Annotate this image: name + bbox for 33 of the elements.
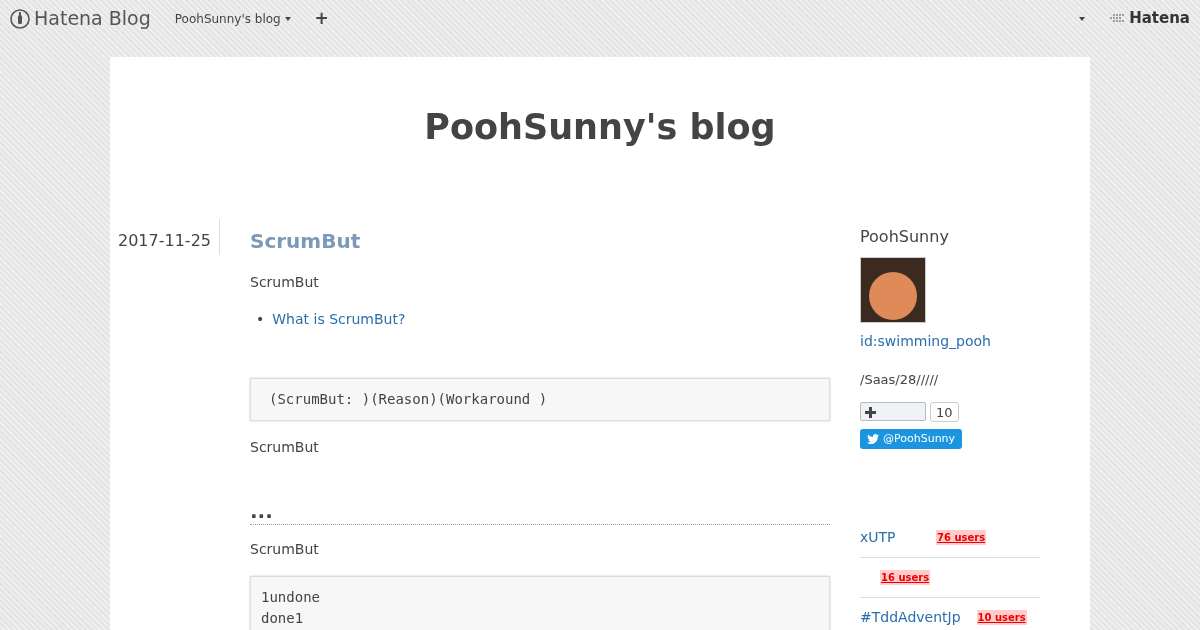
paragraph: ScrumBut — [250, 540, 320, 559]
entry-date[interactable]: 2017-11-25 — [118, 231, 211, 250]
blog-title[interactable]: PoohSunny's blog — [110, 57, 1090, 149]
profile-bio: /Saas/28///// — [860, 371, 940, 389]
add-button[interactable]: + — [314, 5, 329, 32]
code-block: (ScrumBut: )(Reason)(Workaround ) — [250, 378, 830, 421]
bookmark-count[interactable]: 76 users — [936, 529, 987, 545]
code-block: 1undone done1 — [250, 576, 830, 630]
plus-icon — [865, 406, 876, 418]
profile-id-link[interactable]: id:swimming_pooh — [860, 331, 1040, 352]
paragraph: ScrumBut — [250, 273, 320, 292]
list-link[interactable]: What is ScrumBut? — [272, 309, 406, 330]
paragraph: ScrumBut — [250, 438, 320, 457]
caret-icon[interactable] — [1079, 16, 1086, 21]
caret-icon — [284, 17, 291, 21]
bookmark-count[interactable]: 16 users — [880, 569, 931, 585]
bird-icon — [867, 433, 879, 444]
bookmark-count[interactable]: 10 users — [976, 609, 1027, 625]
star-count: 10 — [930, 401, 959, 422]
profile-name: PoohSunny — [860, 226, 950, 248]
section-heading: ... — [250, 498, 830, 525]
hatena-mark-icon — [1109, 13, 1126, 24]
bookmark-link[interactable]: #TddAdventJp — [860, 606, 961, 628]
avatar — [860, 257, 926, 323]
logo-link[interactable]: Hatena Blog — [10, 4, 151, 33]
bullet: • — [256, 310, 265, 329]
brand-link[interactable]: Hatena — [1109, 7, 1190, 30]
star-button[interactable] — [860, 402, 926, 421]
twitter-follow-button[interactable]: @PoohSunny — [860, 428, 963, 449]
bookmark-link[interactable]: xUTP — [860, 526, 920, 548]
blog-menu[interactable]: PoohSunny's blog — [174, 9, 291, 28]
entry-title[interactable]: ScrumBut — [250, 226, 830, 256]
bottle-icon — [10, 8, 30, 29]
